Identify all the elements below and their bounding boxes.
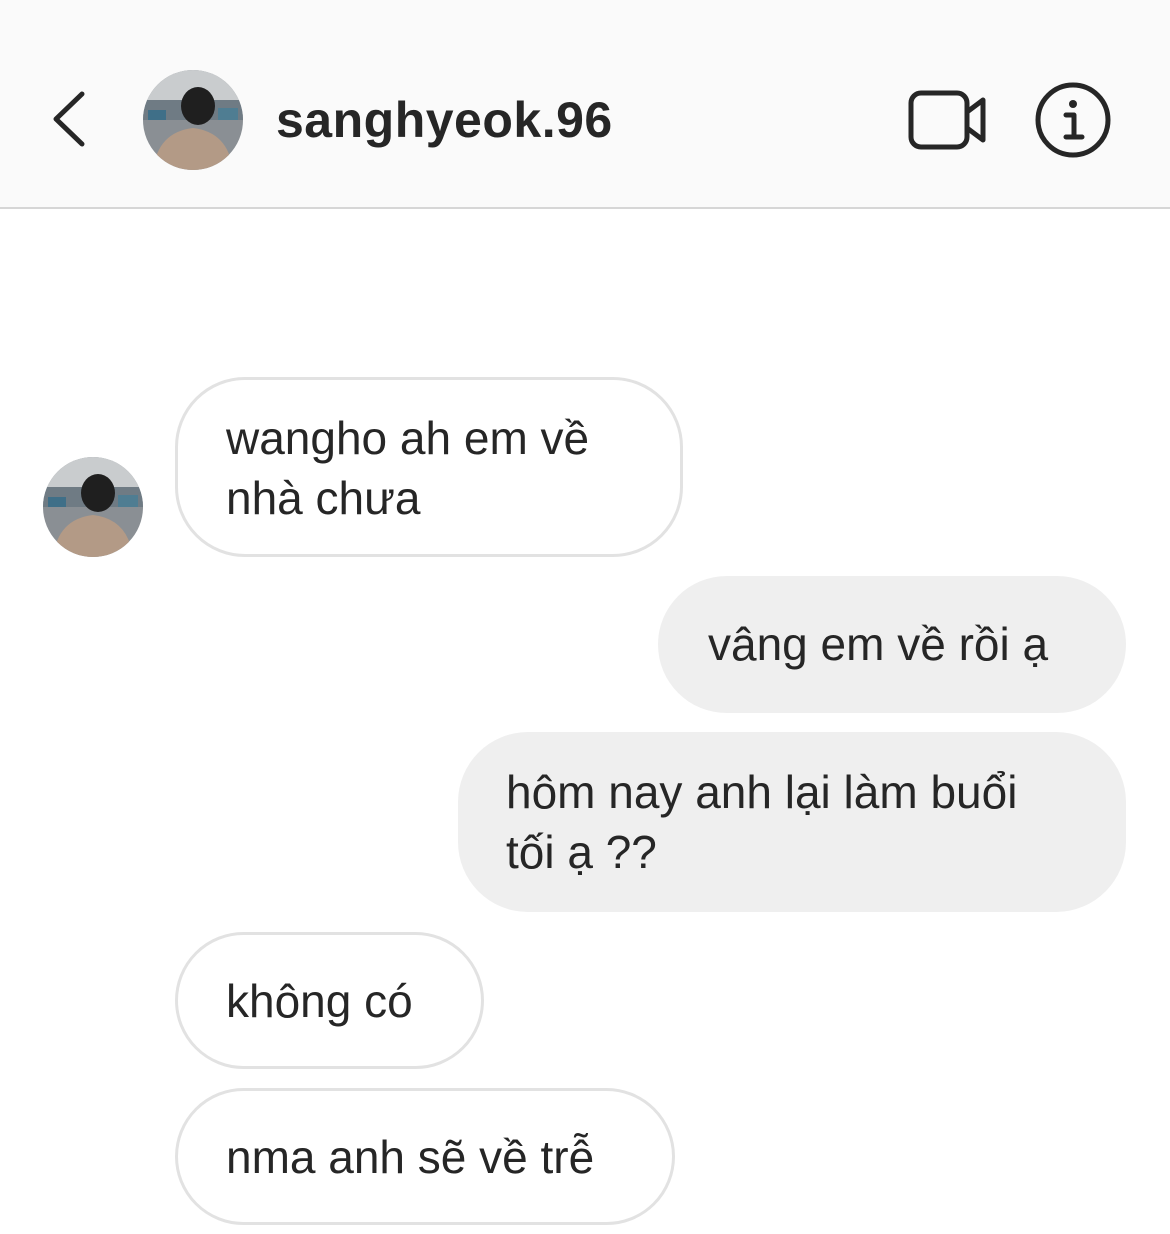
message-bubble[interactable]: nma anh sẽ về trễ	[175, 1088, 675, 1225]
avatar[interactable]	[143, 70, 243, 170]
avatar[interactable]	[43, 457, 143, 557]
chevron-left-icon	[53, 91, 85, 147]
message-text: nma anh sẽ về trễ	[226, 1131, 595, 1183]
message-text: wangho ah em về	[226, 412, 590, 464]
message-bubble[interactable]: vâng em về rồi ạ	[658, 576, 1126, 713]
conversation-header: sanghyeok.96	[0, 0, 1170, 209]
message-bubble[interactable]: wangho ah em về nhà chưa	[175, 377, 683, 557]
message-bubble[interactable]: không có	[175, 932, 484, 1069]
back-button[interactable]	[44, 84, 94, 154]
message-text: không có	[226, 975, 413, 1027]
message-text: vâng em về rồi ạ	[708, 618, 1049, 670]
message-text: tối ạ ??	[506, 826, 657, 878]
profile-photo	[143, 70, 243, 170]
info-icon	[1035, 82, 1111, 158]
message-text: nhà chưa	[226, 472, 421, 524]
profile-photo	[43, 457, 143, 557]
page-title[interactable]: sanghyeok.96	[276, 88, 613, 152]
info-button[interactable]	[1033, 80, 1113, 160]
video-call-button[interactable]	[905, 88, 993, 152]
message-bubble[interactable]: hôm nay anh lại làm buổi tối ạ ??	[458, 732, 1126, 912]
message-text: hôm nay anh lại làm buổi	[506, 766, 1018, 818]
video-camera-icon	[908, 90, 986, 150]
